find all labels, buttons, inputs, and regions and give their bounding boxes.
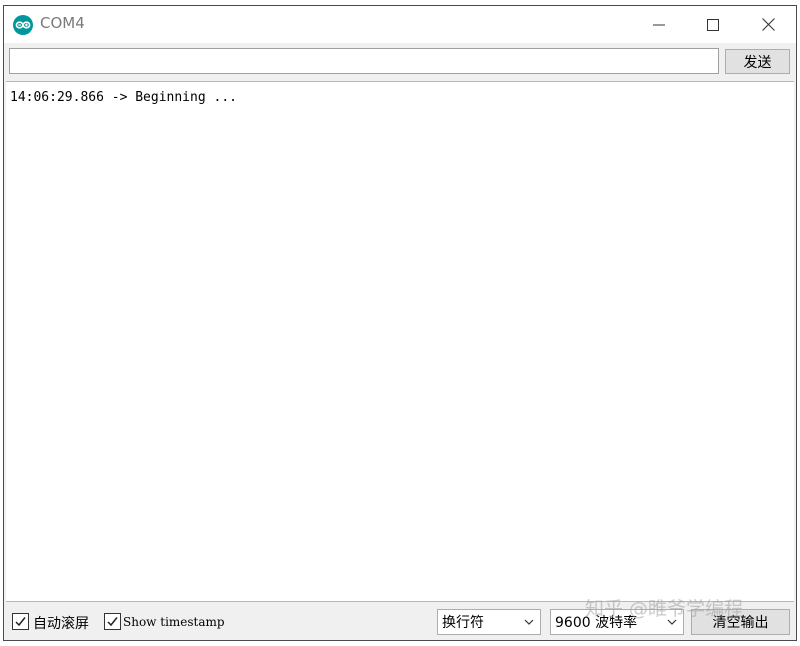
serial-output[interactable]: 14:06:29.866 -> Beginning ... bbox=[6, 81, 794, 602]
autoscroll-label[interactable]: 自动滚屏 bbox=[33, 613, 89, 633]
title-bar[interactable]: COM4 bbox=[4, 6, 796, 43]
chevron-down-icon bbox=[524, 619, 534, 625]
show-timestamp-checkbox[interactable] bbox=[104, 613, 121, 630]
close-icon bbox=[761, 18, 775, 31]
checkmark-icon bbox=[15, 617, 26, 627]
baud-rate-select[interactable]: 9600 波特率 bbox=[550, 609, 684, 635]
status-bar: 自动滚屏 Show timestamp 换行符 9600 波特率 清空输出 bbox=[4, 605, 796, 640]
autoscroll-checkbox[interactable] bbox=[12, 613, 29, 630]
serial-input[interactable] bbox=[9, 48, 719, 74]
checkmark-icon bbox=[107, 617, 118, 627]
close-button[interactable] bbox=[745, 6, 791, 43]
minimize-icon bbox=[653, 24, 665, 25]
maximize-icon bbox=[707, 18, 719, 31]
output-line: 14:06:29.866 -> Beginning ... bbox=[10, 90, 237, 105]
line-ending-value: 换行符 bbox=[442, 615, 484, 631]
line-ending-select[interactable]: 换行符 bbox=[437, 609, 541, 635]
clear-output-button[interactable]: 清空输出 bbox=[691, 609, 790, 635]
baud-rate-value: 9600 波特率 bbox=[555, 615, 638, 631]
maximize-button[interactable] bbox=[690, 6, 736, 43]
send-button[interactable]: 发送 bbox=[725, 49, 790, 74]
chevron-down-icon bbox=[667, 619, 677, 625]
window-title: COM4 bbox=[40, 14, 85, 32]
show-timestamp-label[interactable]: Show timestamp bbox=[123, 615, 225, 629]
serial-monitor-window: COM4 发送 14:06:29.866 -> Beginning ... 自动… bbox=[3, 5, 797, 641]
arduino-logo-icon bbox=[13, 15, 33, 35]
minimize-button[interactable] bbox=[636, 6, 682, 43]
